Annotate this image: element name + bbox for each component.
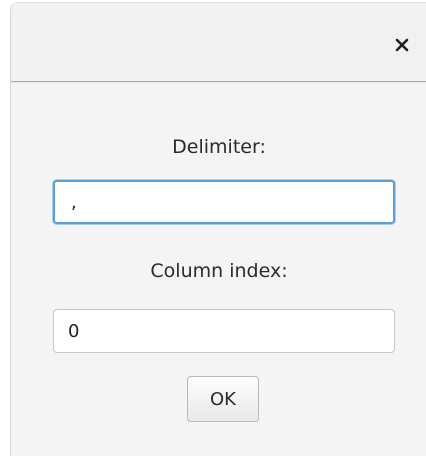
close-button[interactable]	[390, 33, 414, 57]
ok-button[interactable]: OK	[187, 376, 259, 422]
column-index-input[interactable]	[53, 309, 395, 353]
dialog-titlebar	[11, 3, 426, 82]
close-icon	[395, 38, 409, 52]
delimiter-label: Delimiter:	[172, 136, 266, 158]
delimiter-input[interactable]	[53, 180, 395, 224]
column-index-label: Column index:	[150, 260, 288, 282]
dialog-window: Delimiter: Column index: OK	[10, 2, 426, 456]
